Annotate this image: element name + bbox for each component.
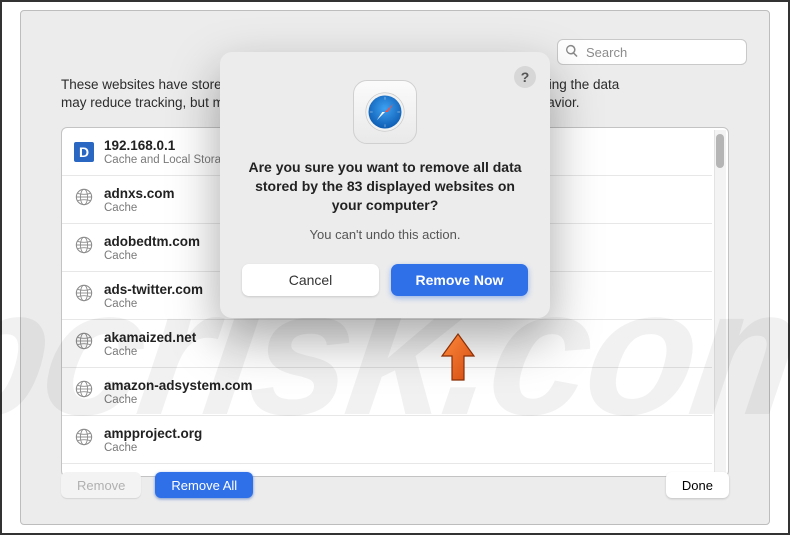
dialog-title: Are you sure you want to remove all data… (242, 158, 528, 215)
confirm-dialog: ? (220, 52, 550, 318)
modal-overlay: ? (2, 2, 788, 533)
cancel-button[interactable]: Cancel (242, 264, 379, 296)
remove-now-button[interactable]: Remove Now (391, 264, 528, 296)
help-button[interactable]: ? (514, 66, 536, 88)
window-frame: These websites have stored data that can… (0, 0, 790, 535)
dialog-subtitle: You can't undo this action. (242, 227, 528, 242)
cursor-arrow-icon (438, 332, 478, 384)
safari-icon (353, 80, 417, 144)
